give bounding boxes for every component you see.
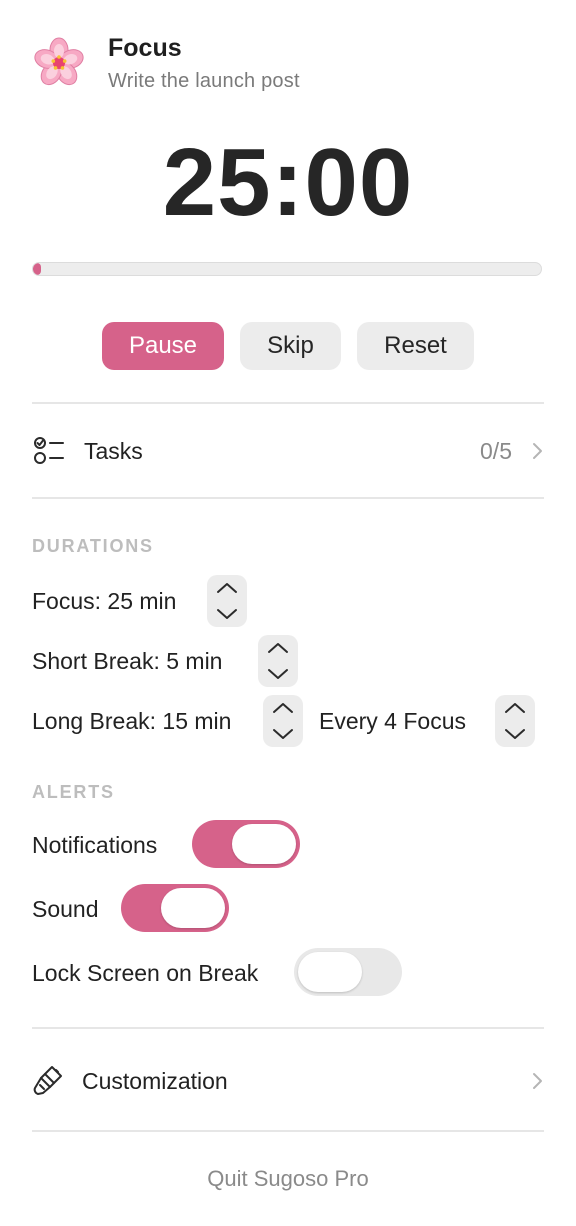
- short-break-duration-label: Short Break: 5 min: [32, 648, 223, 674]
- chevron-down-icon[interactable]: [495, 721, 535, 747]
- notifications-toggle[interactable]: [192, 820, 300, 868]
- checklist-icon: [32, 434, 66, 468]
- timer-display: 25:00: [162, 129, 414, 236]
- quit-button[interactable]: Quit Sugoso Pro: [0, 1166, 576, 1192]
- chevron-up-icon[interactable]: [207, 575, 247, 601]
- chevron-up-icon[interactable]: [263, 695, 303, 721]
- focus-duration-stepper[interactable]: [207, 575, 247, 627]
- pause-button[interactable]: Pause: [102, 322, 224, 370]
- tasks-count: 0/5: [480, 438, 512, 464]
- timer-progress-fill: [33, 263, 41, 275]
- session-subtitle: Write the launch post: [108, 70, 300, 92]
- long-break-interval-stepper[interactable]: [495, 695, 535, 747]
- sound-toggle[interactable]: [121, 884, 229, 932]
- chevron-up-icon[interactable]: [495, 695, 535, 721]
- durations-section-header: DURATIONS: [32, 536, 154, 556]
- lock-screen-toggle[interactable]: [294, 948, 402, 996]
- customization-label: Customization: [82, 1068, 228, 1094]
- divider: [32, 402, 544, 404]
- reset-button[interactable]: Reset: [357, 322, 474, 370]
- paintbrush-icon: [32, 1064, 64, 1098]
- skip-button[interactable]: Skip: [240, 322, 341, 370]
- toggle-knob: [161, 888, 225, 928]
- chevron-down-icon[interactable]: [263, 721, 303, 747]
- alerts-section-header: ALERTS: [32, 782, 115, 802]
- short-break-duration-stepper[interactable]: [258, 635, 298, 687]
- focus-duration-label: Focus: 25 min: [32, 588, 177, 614]
- divider: [32, 1130, 544, 1132]
- divider: [32, 497, 544, 499]
- chevron-down-icon[interactable]: [258, 661, 298, 687]
- tasks-label: Tasks: [84, 438, 143, 464]
- sound-label: Sound: [32, 896, 99, 922]
- tasks-row[interactable]: Tasks 0/5: [32, 424, 544, 480]
- chevron-right-icon: [530, 440, 544, 462]
- chevron-down-icon[interactable]: [207, 601, 247, 627]
- long-break-duration-label: Long Break: 15 min: [32, 708, 232, 734]
- toggle-knob: [232, 824, 296, 864]
- chevron-up-icon[interactable]: [258, 635, 298, 661]
- lock-screen-label: Lock Screen on Break: [32, 960, 259, 986]
- notifications-label: Notifications: [32, 832, 158, 858]
- chevron-right-icon: [530, 1070, 544, 1092]
- timer-progress-bar: [32, 262, 542, 276]
- toggle-knob: [298, 952, 362, 992]
- long-break-duration-stepper[interactable]: [263, 695, 303, 747]
- divider: [32, 1027, 544, 1029]
- long-break-interval-label: Every 4 Focus: [319, 708, 466, 734]
- cherry-blossom-icon: [32, 36, 86, 90]
- session-title: Focus: [108, 34, 182, 62]
- customization-row[interactable]: Customization: [32, 1054, 544, 1110]
